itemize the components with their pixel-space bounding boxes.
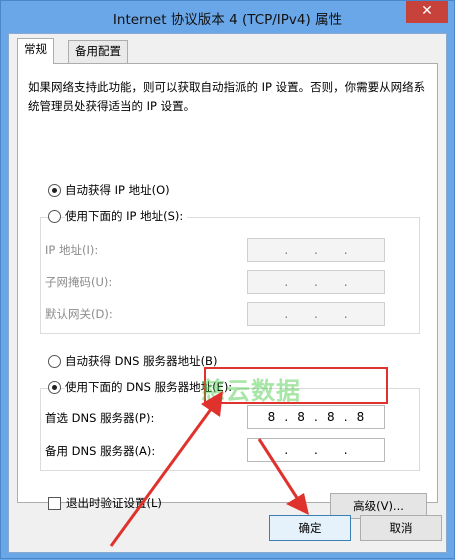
ip-auto-label: 自动获得 IP 地址(O): [65, 183, 170, 197]
watermark-text: 慈云数据: [201, 377, 301, 405]
tab-alternate-config[interactable]: 备用配置: [68, 40, 128, 63]
dns-auto-label: 自动获得 DNS 服务器地址(B): [65, 354, 218, 368]
title-bar[interactable]: Internet 协议版本 4 (TCP/IPv4) 属性 ✕: [1, 1, 454, 33]
alternate-dns-label: 备用 DNS 服务器(A):: [45, 444, 156, 458]
alternate-dns-field[interactable]: . . .: [247, 438, 385, 462]
preferred-dns-field[interactable]: 8. 8. 8. 8: [247, 405, 385, 429]
preferred-dns-label: 首选 DNS 服务器(P):: [45, 411, 155, 425]
tab-general[interactable]: 常规: [17, 38, 54, 64]
general-panel: 如果网络支持此功能，则可以获取自动指派的 IP 设置。否则，你需要从网络系统管理…: [17, 63, 438, 519]
validate-on-exit-checkbox[interactable]: [48, 497, 61, 510]
ip-address-field[interactable]: . . .: [247, 238, 385, 262]
subnet-mask-label: 子网掩码(U):: [45, 275, 113, 289]
ok-button[interactable]: 确定: [269, 515, 351, 541]
ip-address-label: IP 地址(I):: [45, 243, 99, 257]
window-title: Internet 协议版本 4 (TCP/IPv4) 属性: [112, 12, 343, 28]
default-gateway-label: 默认网关(D):: [45, 307, 113, 321]
ip-auto-radio[interactable]: [48, 184, 61, 197]
default-gateway-field[interactable]: . . .: [247, 302, 385, 326]
dns-manual-radio[interactable]: [48, 381, 61, 394]
dialog-client-area: 常规 备用配置 如果网络支持此功能，则可以获取自动指派的 IP 设置。否则，你需…: [8, 33, 447, 553]
description-text: 如果网络支持此功能，则可以获取自动指派的 IP 设置。否则，你需要从网络系统管理…: [28, 80, 426, 113]
subnet-mask-field[interactable]: . . .: [247, 270, 385, 294]
ip-manual-label: 使用下面的 IP 地址(S):: [65, 208, 188, 224]
dialog-window: Internet 协议版本 4 (TCP/IPv4) 属性 ✕ 常规 备用配置 …: [0, 0, 455, 559]
ip-manual-radio[interactable]: [48, 210, 61, 223]
dns-auto-radio[interactable]: [48, 355, 61, 368]
cancel-button[interactable]: 取消: [360, 515, 442, 541]
validate-on-exit-label: 退出时验证设置(L): [66, 496, 162, 510]
close-button[interactable]: ✕: [406, 1, 448, 23]
